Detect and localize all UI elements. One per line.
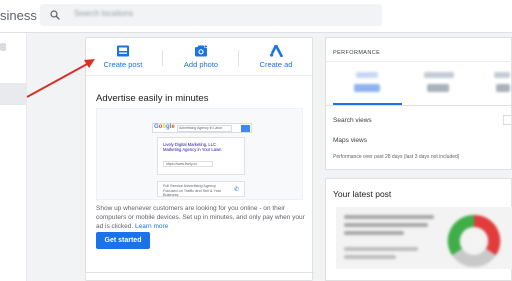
illustration-search-button (241, 125, 250, 132)
illustration-ad-description: Full Service Advertising Agency Focused … (157, 181, 245, 197)
latest-post-heading: Your latest post (333, 189, 392, 199)
latest-post-card: Your latest post (325, 178, 512, 281)
advertise-body-text: Show up whenever customers are looking f… (96, 205, 305, 231)
sidebar (0, 33, 27, 281)
illustration-ad-result: Lively Digital Marketing, LLC Marketing … (157, 137, 245, 175)
performance-card: PERFORMANCE Search views Maps views Perf… (325, 37, 512, 170)
illustration-search-bar: Google Advertising Agency in Lahor (152, 123, 252, 133)
blurred-stat (424, 72, 454, 78)
add-photo-icon (195, 45, 208, 57)
blurred-text (344, 247, 418, 251)
blurred-stat (356, 72, 378, 78)
sidebar-item-active[interactable] (0, 83, 26, 105)
learn-more-link[interactable]: Learn more (135, 223, 168, 230)
create-post-button[interactable]: Create post (88, 43, 158, 75)
card-divider (86, 272, 314, 273)
divider (326, 61, 512, 62)
blurred-stat (494, 72, 510, 78)
search-icon (50, 10, 60, 20)
blurred-stat (354, 84, 380, 92)
illustration-ad-desc-text: Full Service Advertising Agency Focused … (163, 184, 222, 197)
ad-illustration: Google Advertising Agency in Lahor Livel… (96, 108, 303, 200)
divider (238, 50, 239, 66)
main-card: Create post Add photo Create ad Advertis… (85, 37, 314, 281)
post-image (447, 214, 501, 267)
blurred-text (344, 231, 404, 235)
create-post-label: Create post (103, 60, 143, 69)
performance-footnote: Performance over past 28 days (last 3 da… (333, 154, 460, 160)
create-ad-label: Create ad (259, 60, 293, 69)
brand-name: siness (0, 8, 37, 23)
search-placeholder: Search locations (74, 9, 134, 18)
illustration-ad-subtitle: Marketing Agency in Your Lawn (163, 147, 222, 152)
illustration-ad-url: https://www.lively.co (163, 161, 213, 167)
blurred-text (344, 255, 396, 259)
metric-toggle[interactable] (503, 115, 511, 125)
performance-heading: PERFORMANCE (333, 50, 381, 56)
search-input[interactable]: Search locations (40, 4, 382, 26)
create-ad-button[interactable]: Create ad (241, 43, 311, 75)
illustration-query: Advertising Agency in Lahor (177, 125, 232, 132)
google-logo: Google (154, 124, 175, 130)
divider (326, 105, 512, 106)
blurred-stat (496, 84, 510, 92)
metric-search-views[interactable]: Search views (333, 117, 372, 124)
latest-post-preview[interactable] (336, 207, 512, 269)
advertise-heading: Advertise easily in minutes (96, 93, 209, 104)
metric-maps-views[interactable]: Maps views (333, 137, 367, 144)
blurred-text (344, 215, 434, 219)
advertise-description: Show up whenever customers are looking f… (96, 204, 308, 232)
top-bar: siness Search locations (0, 0, 512, 33)
blurred-text (344, 223, 428, 227)
quick-actions-bar: Create post Add photo Create ad (86, 38, 314, 76)
google-ads-icon (270, 45, 283, 57)
phone-icon: ✆ (233, 187, 239, 193)
add-photo-label: Add photo (183, 60, 219, 69)
get-started-button[interactable]: Get started (96, 232, 150, 249)
blurred-stat (427, 84, 449, 92)
divider (162, 50, 163, 66)
add-photo-button[interactable]: Add photo (166, 43, 236, 75)
create-post-icon (117, 45, 129, 57)
sidebar-item[interactable] (0, 43, 6, 51)
